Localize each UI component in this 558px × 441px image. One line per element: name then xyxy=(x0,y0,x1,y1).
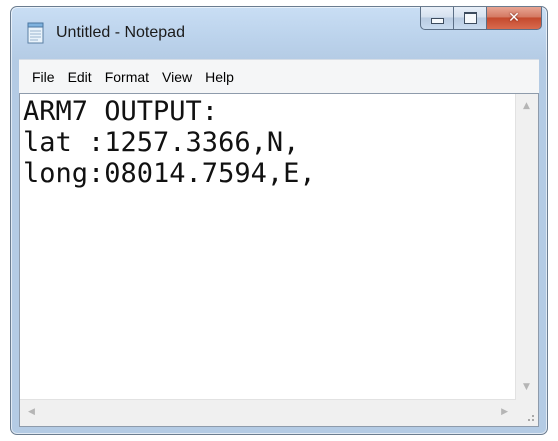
horizontal-scrollbar[interactable]: ◀ ▶ xyxy=(20,399,516,426)
menu-help[interactable]: Help xyxy=(200,65,239,89)
close-icon: ✕ xyxy=(508,10,520,26)
editor[interactable]: ARM7 OUTPUT: lat :1257.3366,N, long:08014.… xyxy=(19,93,539,427)
menu-bar: File Edit Format View Help xyxy=(19,59,539,93)
maximize-button[interactable] xyxy=(453,7,486,30)
close-button[interactable]: ✕ xyxy=(486,7,542,30)
text-line: ARM7 OUTPUT: xyxy=(23,96,219,127)
notepad-icon xyxy=(27,22,44,44)
notepad-window: Untitled - Notepad ✕ File Edit Format Vi… xyxy=(10,6,548,435)
scroll-up-arrow-icon[interactable]: ▲ xyxy=(523,102,530,111)
minimize-icon xyxy=(430,18,444,24)
menu-file[interactable]: File xyxy=(27,65,60,89)
text-line: lat :1257.3366,N, xyxy=(23,127,300,158)
menu-view[interactable]: View xyxy=(157,65,197,89)
scroll-down-arrow-icon[interactable]: ▼ xyxy=(523,383,530,392)
window-title: Untitled - Notepad xyxy=(56,24,185,41)
caption-buttons: ✕ xyxy=(420,7,542,31)
menu-edit[interactable]: Edit xyxy=(63,65,97,89)
resize-grip-icon[interactable] xyxy=(516,400,538,426)
scroll-right-arrow-icon[interactable]: ▶ xyxy=(501,408,508,417)
title-bar[interactable]: Untitled - Notepad ✕ xyxy=(11,7,547,59)
minimize-button[interactable] xyxy=(420,7,453,30)
scroll-left-arrow-icon[interactable]: ◀ xyxy=(28,408,35,417)
vertical-scrollbar[interactable]: ▲ ▼ xyxy=(515,94,538,400)
text-content[interactable]: ARM7 OUTPUT: lat :1257.3366,N, long:08014.… xyxy=(23,96,514,398)
menu-format[interactable]: Format xyxy=(100,65,154,89)
text-line: long:08014.7594,E, xyxy=(23,158,316,189)
maximize-icon xyxy=(463,12,477,24)
